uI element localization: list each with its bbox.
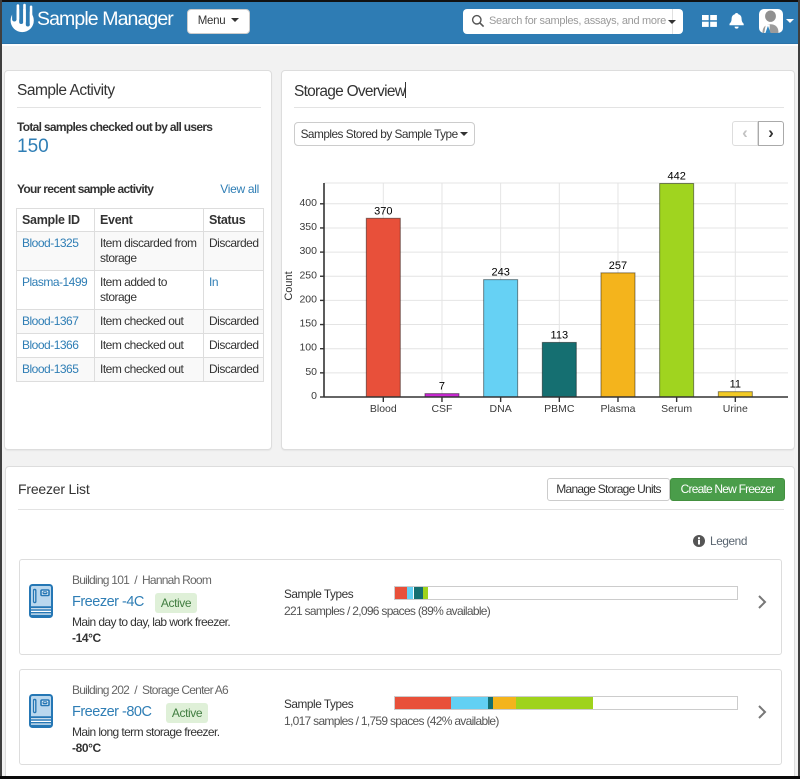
svg-text:Urine: Urine <box>723 403 748 415</box>
svg-text:350: 350 <box>299 221 317 233</box>
svg-text:100: 100 <box>299 342 317 354</box>
svg-text:0: 0 <box>311 390 317 402</box>
svg-text:300: 300 <box>299 245 317 257</box>
svg-text:150: 150 <box>299 318 317 330</box>
svg-text:400: 400 <box>299 197 317 209</box>
svg-text:Serum: Serum <box>661 403 692 415</box>
svg-text:243: 243 <box>491 267 509 279</box>
svg-text:Plasma: Plasma <box>600 403 635 415</box>
svg-text:11: 11 <box>730 379 741 391</box>
svg-text:370: 370 <box>374 205 392 217</box>
svg-text:DNA: DNA <box>490 403 512 415</box>
svg-text:200: 200 <box>299 293 317 305</box>
svg-text:442: 442 <box>667 171 685 183</box>
svg-text:Count: Count <box>283 271 295 300</box>
svg-text:CSF: CSF <box>431 403 452 415</box>
svg-text:113: 113 <box>551 329 569 341</box>
svg-text:Blood: Blood <box>370 403 397 415</box>
svg-text:PBMC: PBMC <box>544 403 575 415</box>
svg-text:7: 7 <box>439 381 445 393</box>
svg-text:257: 257 <box>609 260 627 272</box>
svg-text:250: 250 <box>299 269 317 281</box>
svg-text:50: 50 <box>305 366 317 378</box>
